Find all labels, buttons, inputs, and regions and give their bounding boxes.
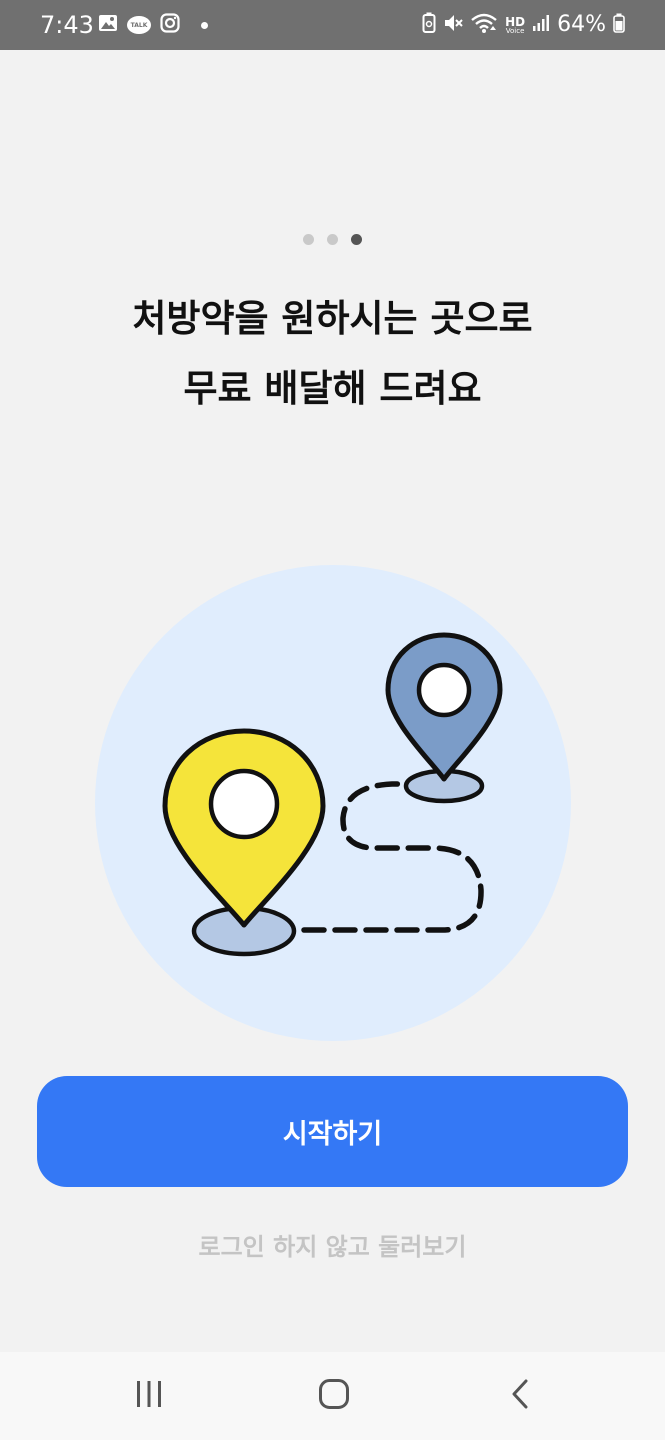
instagram-icon bbox=[160, 13, 180, 37]
page-indicator bbox=[0, 234, 665, 245]
battery-icon bbox=[613, 13, 625, 37]
voice-label: Voice bbox=[505, 26, 525, 35]
back-icon bbox=[509, 1379, 531, 1413]
page-dot-2 bbox=[327, 234, 338, 245]
headline-line-1: 처방약을 원하시는 곳으로 bbox=[132, 297, 533, 340]
hd-label: HD bbox=[505, 14, 526, 29]
notification-dot-icon bbox=[201, 21, 208, 29]
kakaotalk-icon: TALK bbox=[127, 16, 151, 34]
gallery-icon bbox=[98, 14, 118, 36]
page-dot-3 bbox=[351, 234, 362, 245]
status-notification-icons: TALK bbox=[98, 13, 208, 37]
delivery-route-illustration bbox=[95, 565, 571, 1041]
headline-line-2: 무료 배달해 드려요 bbox=[183, 367, 482, 410]
page-dot-1 bbox=[303, 234, 314, 245]
battery-percent: 64% bbox=[557, 12, 606, 37]
recent-apps-icon bbox=[134, 1380, 164, 1412]
battery-saver-icon bbox=[422, 12, 436, 38]
home-button[interactable] bbox=[294, 1368, 374, 1424]
start-button[interactable]: 시작하기 bbox=[37, 1076, 628, 1187]
signal-icon bbox=[532, 14, 550, 36]
hd-voice-icon: HD Voice bbox=[505, 16, 525, 35]
mute-icon bbox=[443, 13, 463, 37]
browse-without-login-link[interactable]: 로그인 하지 않고 둘러보기 bbox=[0, 1230, 665, 1264]
onboarding-headline: 처방약을 원하시는 곳으로 무료 배달해 드려요 bbox=[0, 284, 665, 424]
status-system-icons: HD Voice 64% bbox=[422, 10, 625, 40]
back-button[interactable] bbox=[480, 1368, 560, 1424]
wifi-icon bbox=[470, 12, 498, 38]
status-time: 7:43 bbox=[40, 11, 94, 39]
navigation-bar bbox=[0, 1352, 665, 1440]
kakaotalk-label: TALK bbox=[130, 21, 148, 29]
status-bar: 7:43 TALK HD Voice 64% bbox=[0, 0, 665, 50]
home-icon bbox=[318, 1378, 350, 1414]
recent-apps-button[interactable] bbox=[109, 1368, 189, 1424]
